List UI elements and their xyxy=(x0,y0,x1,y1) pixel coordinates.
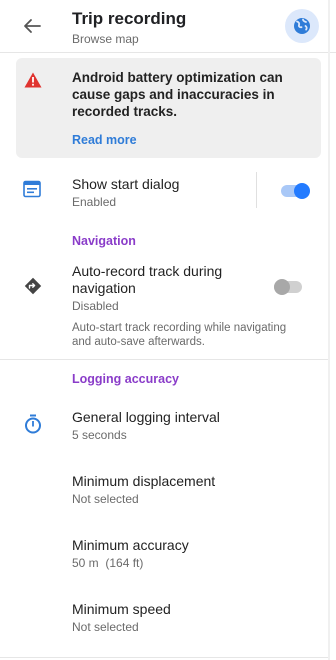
toggle-knob xyxy=(274,279,290,295)
warning-text: Android battery optimization can cause g… xyxy=(72,70,283,119)
show-start-dialog-toggle[interactable] xyxy=(281,181,311,201)
dialog-icon xyxy=(23,180,41,203)
globe-button[interactable] xyxy=(285,9,319,43)
auto-record-toggle[interactable] xyxy=(274,277,304,297)
section-logging-accuracy: Logging accuracy xyxy=(72,372,179,386)
auto-record-status: Disabled xyxy=(72,299,119,313)
toggle-knob xyxy=(294,183,310,199)
navigation-diamond-icon xyxy=(24,277,42,300)
minimum-speed-value: Not selected xyxy=(72,620,139,634)
page-title: Trip recording xyxy=(72,9,187,28)
show-start-dialog-title[interactable]: Show start dialog xyxy=(72,176,179,192)
toggle-divider xyxy=(256,172,257,208)
minimum-accuracy-title[interactable]: Minimum accuracy xyxy=(72,537,189,553)
timer-icon xyxy=(24,414,42,439)
minimum-displacement-value: Not selected xyxy=(72,492,139,506)
read-more-link[interactable]: Read more xyxy=(72,133,137,147)
show-start-dialog-status: Enabled xyxy=(72,195,117,209)
general-logging-interval-title[interactable]: General logging interval xyxy=(72,409,220,425)
scroll-edge xyxy=(328,0,330,660)
auto-record-title[interactable]: Auto-record track during navigation xyxy=(72,263,252,297)
globe-icon xyxy=(294,18,310,34)
auto-record-description: Auto-start track recording while navigat… xyxy=(72,322,287,348)
minimum-speed-title[interactable]: Minimum speed xyxy=(72,601,171,617)
bottom-divider xyxy=(0,657,328,658)
back-arrow-icon[interactable] xyxy=(20,14,44,38)
minimum-accuracy-value: 50 m (164 ft) xyxy=(72,556,144,570)
minimum-displacement-title[interactable]: Minimum displacement xyxy=(72,473,215,489)
section-divider xyxy=(0,359,328,360)
page-subtitle: Browse map xyxy=(72,32,139,46)
section-navigation: Navigation xyxy=(72,234,136,248)
header-divider xyxy=(0,52,336,53)
warning-icon xyxy=(24,72,42,93)
general-logging-interval-value: 5 seconds xyxy=(72,428,127,442)
